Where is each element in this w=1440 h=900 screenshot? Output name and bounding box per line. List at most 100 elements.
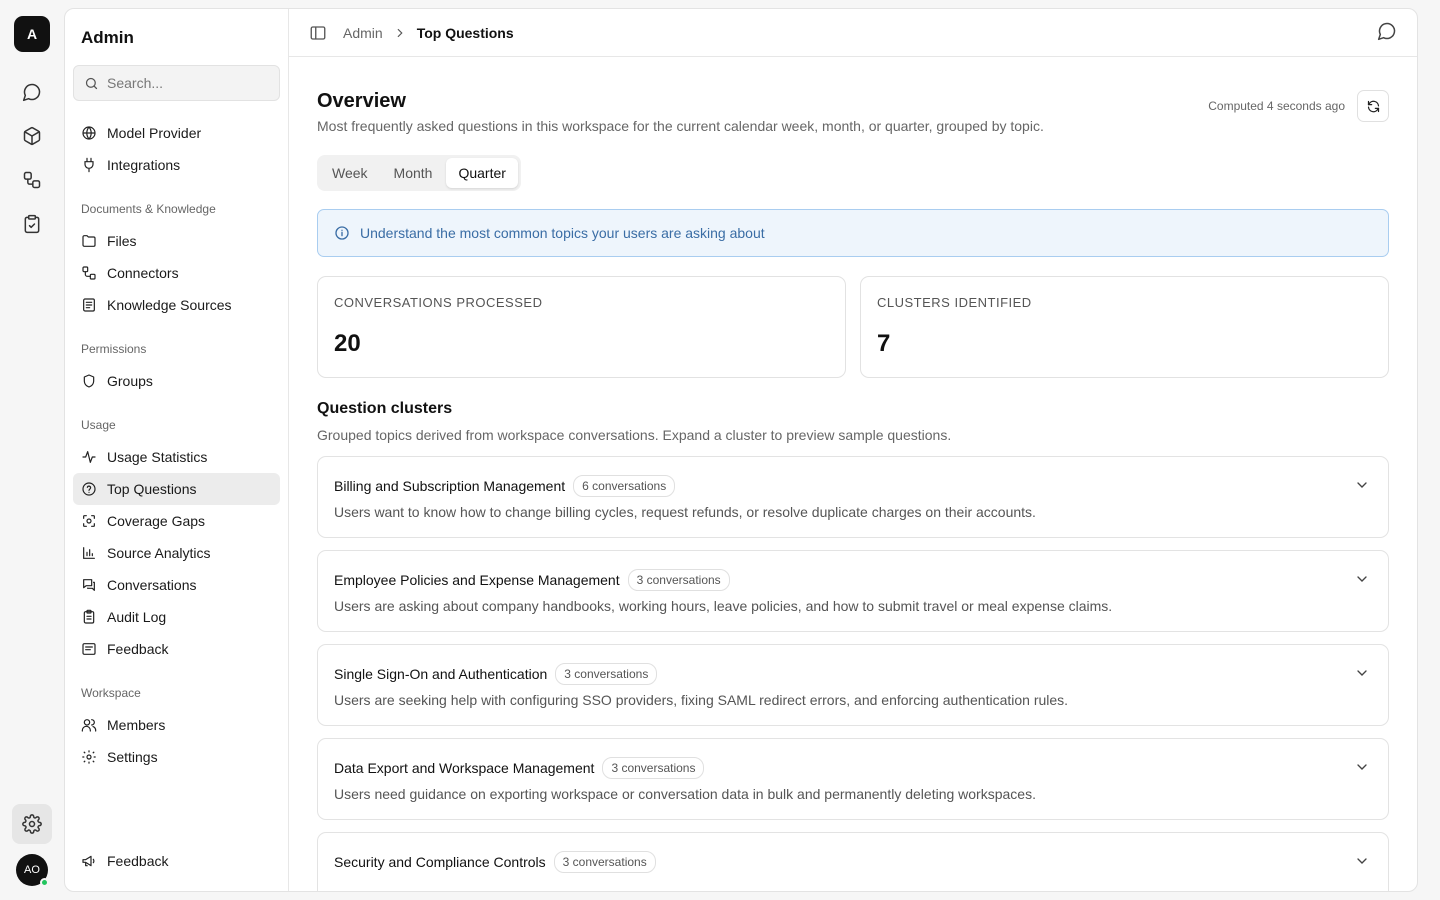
sidebar-item-model-provider[interactable]: Model Provider bbox=[73, 117, 280, 149]
workflow-icon bbox=[23, 171, 41, 189]
cluster-name: Single Sign-On and Authentication bbox=[334, 666, 548, 682]
sidebar-item-files[interactable]: Files bbox=[73, 225, 280, 257]
nav-heading: Workspace bbox=[81, 686, 141, 700]
sidebar-item-label: Feedback bbox=[107, 641, 169, 657]
agents-rail-button[interactable] bbox=[12, 116, 52, 156]
user-avatar[interactable]: AO bbox=[16, 854, 49, 887]
chevron-down-icon[interactable] bbox=[1354, 571, 1370, 587]
nav-group-permissions: Permissions Groups bbox=[73, 337, 280, 397]
sidebar-item-conversations[interactable]: Conversations bbox=[73, 569, 280, 601]
chevron-down-icon[interactable] bbox=[1354, 665, 1370, 681]
tasks-rail-button[interactable] bbox=[12, 204, 52, 244]
info-icon bbox=[335, 226, 349, 240]
stat-label: CONVERSATIONS PROCESSED bbox=[334, 295, 543, 310]
nav-heading: Documents & Knowledge bbox=[81, 202, 216, 216]
page-body: Overview Computed 4 seconds ago Most fre… bbox=[289, 90, 1417, 891]
refresh-icon bbox=[1367, 100, 1379, 112]
cluster-card[interactable]: Single Sign-On and Authentication 3 conv… bbox=[317, 644, 1389, 726]
cluster-name: Security and Compliance Controls bbox=[334, 854, 546, 870]
sidebar-item-coverage-gaps[interactable]: Coverage Gaps bbox=[73, 505, 280, 537]
plug-icon bbox=[84, 157, 94, 173]
info-banner: Understand the most common topics your u… bbox=[317, 209, 1389, 257]
conversation-count-badge: 3 conversations bbox=[627, 569, 730, 591]
cube-icon bbox=[23, 126, 41, 146]
refresh-button[interactable] bbox=[1357, 90, 1389, 122]
admin-settings-rail-button[interactable] bbox=[12, 804, 52, 844]
megaphone-icon bbox=[82, 855, 95, 867]
breadcrumb-parent[interactable]: Admin bbox=[343, 25, 383, 41]
conversation-count-badge: 3 conversations bbox=[555, 663, 658, 685]
cluster-description: Users want to know how to change billing… bbox=[334, 504, 1036, 520]
nav-heading: Usage bbox=[81, 418, 116, 432]
sidebar-item-label: Members bbox=[107, 717, 166, 733]
sidebar-search-input[interactable]: Search... bbox=[73, 65, 280, 101]
cluster-card[interactable]: Employee Policies and Expense Management… bbox=[317, 550, 1389, 632]
sidebar-item-source-analytics[interactable]: Source Analytics bbox=[73, 537, 280, 569]
conversation-count-badge: 3 conversations bbox=[553, 851, 656, 873]
tab-month[interactable]: Month bbox=[382, 158, 445, 188]
chevron-right-icon bbox=[397, 28, 403, 37]
search-placeholder: Search... bbox=[107, 75, 164, 91]
folder-icon bbox=[82, 235, 96, 247]
stat-label: CLUSTERS IDENTIFIED bbox=[877, 295, 1032, 310]
chevron-down-icon[interactable] bbox=[1354, 853, 1370, 869]
connector-icon bbox=[82, 266, 96, 280]
chat-bubble-icon bbox=[22, 83, 41, 102]
chat-rail-button[interactable] bbox=[12, 72, 52, 112]
cluster-card[interactable]: Security and Compliance Controls 3 conve… bbox=[317, 832, 1389, 891]
nav-heading: Permissions bbox=[81, 342, 147, 356]
sidebar-item-label: Conversations bbox=[107, 577, 197, 593]
assistant-button[interactable] bbox=[1377, 21, 1397, 44]
chevron-down-icon[interactable] bbox=[1354, 477, 1370, 493]
tab-quarter[interactable]: Quarter bbox=[446, 158, 518, 188]
sidebar-item-label: Connectors bbox=[107, 265, 179, 281]
sidebar-item-label: Audit Log bbox=[107, 609, 167, 625]
cluster-card[interactable]: Data Export and Workspace Management 3 c… bbox=[317, 738, 1389, 820]
sidebar-item-groups[interactable]: Groups bbox=[73, 365, 280, 397]
activity-icon bbox=[82, 451, 96, 463]
chevron-down-icon[interactable] bbox=[1354, 759, 1370, 775]
workflows-rail-button[interactable] bbox=[12, 160, 52, 200]
question-icon bbox=[82, 482, 96, 496]
chat-icon bbox=[83, 579, 95, 591]
info-banner-text: Understand the most common topics your u… bbox=[360, 225, 765, 241]
sidebar-item-usage-statistics[interactable]: Usage Statistics bbox=[73, 441, 280, 473]
sidebar-title: Admin bbox=[81, 28, 134, 47]
sidebar-item-connectors[interactable]: Connectors bbox=[73, 257, 280, 289]
stats-row: CONVERSATIONS PROCESSED 20 CLUSTERS IDEN… bbox=[317, 276, 1389, 378]
sidebar-item-label: Model Provider bbox=[107, 125, 202, 141]
send-feedback-button[interactable]: Feedback bbox=[73, 845, 280, 877]
nav-group-usage: Usage Usage Statistics Top Questions Cov… bbox=[73, 413, 280, 665]
sidebar-item-top-questions[interactable]: Top Questions bbox=[73, 473, 280, 505]
sidebar-item-knowledge-sources[interactable]: Knowledge Sources bbox=[73, 289, 280, 321]
bar-chart-icon bbox=[83, 547, 95, 559]
sidebar-item-settings[interactable]: Settings bbox=[73, 741, 280, 773]
sidebar-toggle-icon[interactable] bbox=[309, 24, 327, 42]
document-icon bbox=[83, 298, 95, 312]
stat-value: 7 bbox=[877, 330, 891, 357]
sidebar-item-label: Files bbox=[107, 233, 137, 249]
globe-icon bbox=[82, 126, 96, 140]
main-content: Admin Top Questions Overview Computed 4 … bbox=[289, 9, 1417, 891]
nav-group-documents: Documents & Knowledge Files Connectors K… bbox=[73, 197, 280, 321]
message-square-icon bbox=[82, 643, 96, 655]
sidebar-item-label: Source Analytics bbox=[107, 545, 211, 561]
clipboard-icon bbox=[83, 609, 95, 624]
cluster-card[interactable]: Billing and Subscription Management 6 co… bbox=[317, 456, 1389, 538]
tab-week[interactable]: Week bbox=[320, 158, 380, 188]
clipboard-check-icon bbox=[24, 214, 40, 234]
scan-icon bbox=[83, 515, 95, 527]
avatar-initials: AO bbox=[24, 864, 40, 876]
sidebar-item-feedback[interactable]: Feedback bbox=[73, 633, 280, 665]
workspace-badge[interactable]: A bbox=[14, 16, 50, 52]
sidebar-item-members[interactable]: Members bbox=[73, 709, 280, 741]
cluster-name: Data Export and Workspace Management bbox=[334, 760, 595, 776]
sidebar-item-label: Groups bbox=[107, 373, 153, 389]
online-status-dot bbox=[40, 878, 49, 887]
topbar: Admin Top Questions bbox=[289, 9, 1417, 57]
search-icon bbox=[85, 77, 98, 89]
sidebar-item-label: Settings bbox=[107, 749, 158, 765]
sidebar-item-label: Integrations bbox=[107, 157, 181, 173]
sidebar-item-integrations[interactable]: Integrations bbox=[73, 149, 280, 181]
sidebar-item-audit-log[interactable]: Audit Log bbox=[73, 601, 280, 633]
